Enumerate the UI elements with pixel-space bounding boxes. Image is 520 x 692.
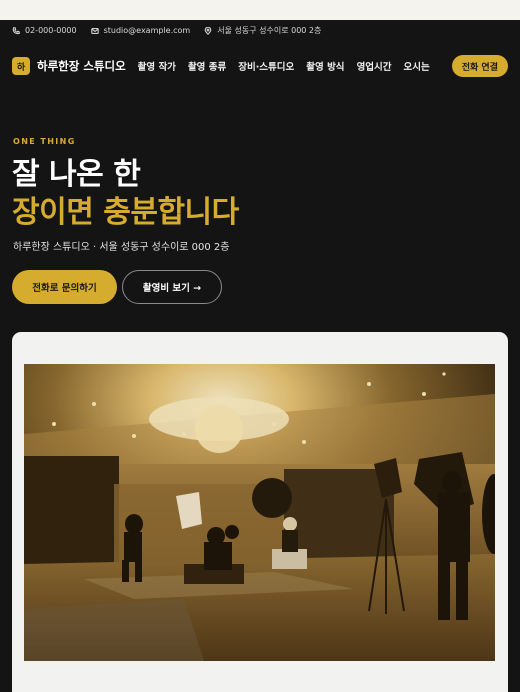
contact-email-text: studio@example.com	[103, 26, 191, 35]
nav-item-equipment-studio[interactable]: 장비·스튜디오	[238, 59, 294, 73]
hero-headline: 잘 나온 한 장이면 충분합니다	[12, 156, 239, 232]
contact-phone[interactable]: 02-000-0000	[12, 26, 77, 35]
call-inquiry-button[interactable]: 전화로 문의하기	[12, 270, 117, 304]
contact-address[interactable]: 서울 성동구 성수이로 000 2층	[204, 25, 321, 36]
hero-photo-card	[12, 332, 508, 692]
hero-headline-line1: 잘 나온 한	[12, 157, 141, 192]
hero-eyebrow: ONE THING	[13, 137, 76, 146]
contact-email[interactable]: studio@example.com	[90, 26, 191, 35]
location-pin-icon	[204, 26, 212, 35]
contact-address-text: 서울 성동구 성수이로 000 2층	[217, 26, 322, 35]
nav-item-shoot-method[interactable]: 촬영 방식	[306, 59, 344, 73]
hero-subtitle: 하루한장 스튜디오 · 서울 성동구 성수이로 000 2층	[13, 242, 230, 253]
nav-item-directions[interactable]: 오시는	[404, 59, 430, 73]
studio-photo	[24, 364, 495, 661]
view-pricing-button[interactable]: 촬영비 보기 →	[122, 270, 222, 304]
call-button[interactable]: 전화 연결	[451, 55, 508, 77]
brand-name[interactable]: 하루한장 스튜디오	[37, 58, 126, 74]
nav-item-photographers[interactable]: 촬영 작가	[138, 59, 176, 73]
contact-bar: 02-000-0000 studio@example.com 서울 성동구 성수…	[12, 25, 321, 36]
phone-icon	[12, 26, 20, 34]
contact-phone-text: 02-000-0000	[25, 26, 77, 35]
site-header: 하 하루한장 스튜디오 촬영 작가 촬영 종류 장비·스튜디오 촬영 방식 영업…	[12, 54, 508, 78]
main-nav: 촬영 작가 촬영 종류 장비·스튜디오 촬영 방식 영업시간 오시는	[138, 59, 430, 73]
nav-item-shoot-types[interactable]: 촬영 종류	[188, 59, 226, 73]
nav-item-hours[interactable]: 영업시간	[357, 59, 392, 73]
hero-headline-line2: 장이면 충분합니다	[12, 195, 239, 230]
page: 02-000-0000 studio@example.com 서울 성동구 성수…	[0, 20, 520, 692]
logo-mark[interactable]: 하	[12, 57, 30, 75]
browser-top-strip	[0, 0, 520, 20]
mail-icon	[90, 27, 99, 34]
